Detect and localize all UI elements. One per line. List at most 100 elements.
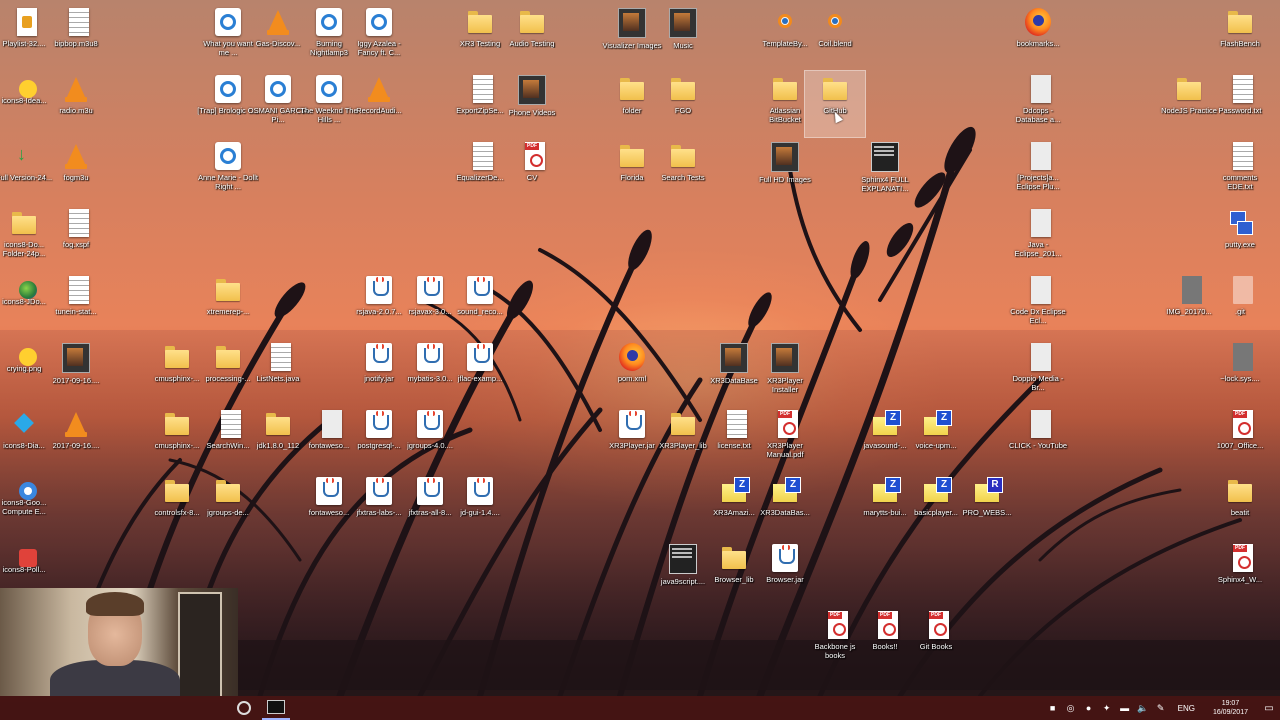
- desktop-icon[interactable]: xtremerep-...: [198, 272, 258, 338]
- desktop-icon[interactable]: voice-upm...: [906, 406, 966, 472]
- desktop-icon[interactable]: CLICK - YouTube: [1008, 406, 1068, 472]
- java-icon: [467, 276, 493, 304]
- desktop-icon[interactable]: Sphinx4 FULL EXPLANATI...: [855, 138, 915, 204]
- desktop-icon[interactable]: Sphinx4_W...: [1210, 540, 1270, 606]
- vlc-icon: [63, 410, 89, 438]
- desktop-icon[interactable]: Phone Videos: [502, 71, 562, 137]
- desktop-icon[interactable]: jgroups-de...: [198, 473, 258, 539]
- desktop-icon[interactable]: EqualizerDe...: [450, 138, 510, 204]
- folder-icon: [721, 544, 747, 572]
- desktop-icon-label: FlashBench: [1220, 39, 1260, 48]
- java-icon: [366, 477, 392, 505]
- folder-icon: [11, 209, 37, 237]
- desktop-icon[interactable]: Java - Eclipse_201...: [1008, 205, 1068, 271]
- desktop-icon[interactable]: jd-gui-1.4....: [450, 473, 510, 539]
- desktop-icon[interactable]: Coil.blend: [805, 4, 865, 70]
- desktop-icon[interactable]: comments EDE.txt: [1210, 138, 1270, 204]
- desktop-icon[interactable]: Music: [653, 4, 713, 70]
- desktop-icon-label: jgroups-de...: [207, 508, 249, 517]
- pdf-icon: [878, 611, 898, 639]
- desktop-icon[interactable]: XR3DataBas...: [755, 473, 815, 539]
- desktop-icon[interactable]: icons8-Goo... Compute E...: [0, 473, 54, 539]
- pen-icon[interactable]: ✎: [1154, 701, 1168, 715]
- desktop-icon[interactable]: .git: [1210, 272, 1270, 338]
- desktop-icon[interactable]: bipbop.m3u8: [46, 4, 106, 70]
- cmd-taskbar-button[interactable]: [262, 696, 290, 720]
- language-indicator[interactable]: ENG: [1178, 704, 1195, 713]
- desktop-icon[interactable]: 2017-09-16....: [46, 406, 106, 472]
- desktop-icon[interactable]: CV: [502, 138, 562, 204]
- desktop-icon[interactable]: radio.m3u: [46, 71, 106, 137]
- desktop-icon-label: comments EDE.txt: [1222, 173, 1258, 191]
- desktop-icon-label: XR3DataBas...: [760, 508, 810, 517]
- desktop-icon[interactable]: ExportZipSe...: [450, 71, 510, 137]
- desktop-icon[interactable]: PRO_WEBS...: [957, 473, 1017, 539]
- desktop-icon-label: xtremerep-...: [206, 307, 250, 316]
- obs-icon: [237, 701, 251, 715]
- desktop-icon-label: 2017-09-16....: [52, 441, 100, 450]
- desktop-icon[interactable]: fog.xspf: [46, 205, 106, 271]
- desktop-icon[interactable]: GitHub: [804, 70, 866, 138]
- desktop-icon[interactable]: Iggy Azalea - Fancy ft. C...: [349, 4, 409, 70]
- zip-icon: [923, 410, 952, 438]
- red-icon: [19, 549, 37, 567]
- desktop-icon[interactable]: Ddcops - Database a...: [1008, 71, 1068, 137]
- zip-icon: [872, 410, 901, 438]
- blank-icon: [1031, 75, 1051, 103]
- desktop-icon[interactable]: ListNets.java: [248, 339, 308, 405]
- desktop-icon-label: radio.m3u: [59, 106, 93, 115]
- notification-center-icon[interactable]: ▭: [1258, 696, 1280, 720]
- desktop-icon-label: Browser.jar: [766, 575, 804, 584]
- system-tray: ■ ◎ ● ✦ ▬ 🔈 ✎ ENG 19:07 16/09/2017 ▭: [1044, 696, 1280, 720]
- zip-icon: [772, 477, 801, 505]
- playlist-icon: [17, 8, 37, 36]
- clock[interactable]: 19:07 16/09/2017: [1213, 699, 1248, 717]
- battery-icon[interactable]: ▬: [1118, 701, 1132, 715]
- desktop-icon[interactable]: beatit: [1210, 473, 1270, 539]
- desktop-icon[interactable]: bookmarks...: [1008, 4, 1068, 70]
- obs-taskbar-button[interactable]: [230, 696, 258, 720]
- desktop-icon[interactable]: pom.xml: [602, 339, 662, 405]
- desktop-icon[interactable]: XR3Player Installer: [755, 339, 815, 405]
- desktop-icon[interactable]: Browser.jar: [755, 540, 815, 606]
- desktop-icon[interactable]: Full HD Images: [755, 138, 815, 204]
- desktop-icon[interactable]: ~lock.sys....: [1210, 339, 1270, 405]
- desktop-icon[interactable]: Git Books: [906, 607, 966, 673]
- target-icon: [215, 75, 241, 103]
- target-icon: [316, 75, 342, 103]
- desktop-icon[interactable]: 2017-09-16....: [46, 339, 106, 405]
- desktop-icon[interactable]: [Projects]a... Eclipse Plu...: [1008, 138, 1068, 204]
- desktop-icon[interactable]: Search Tests: [653, 138, 713, 204]
- desktop-icon[interactable]: tunein-stat...: [46, 272, 106, 338]
- desktop-icon[interactable]: putty.exe: [1210, 205, 1270, 271]
- folder-icon: [670, 75, 696, 103]
- emoji-y-icon: [19, 80, 37, 98]
- desktop-icon[interactable]: jgroups-4.0....: [400, 406, 460, 472]
- desktop-icon[interactable]: XR3 Testing: [450, 4, 510, 70]
- desktop-icon[interactable]: sound_reco...: [450, 272, 510, 338]
- windows-defender-icon[interactable]: ■: [1046, 701, 1060, 715]
- pdf-icon: [525, 142, 545, 170]
- grey-doc-icon: [1182, 276, 1202, 304]
- desktop-icon[interactable]: FGO: [653, 71, 713, 137]
- desktop-icon-label: Password.txt: [1218, 106, 1262, 115]
- desktop-icon[interactable]: RecordAudi...: [349, 71, 409, 137]
- desktop-icon[interactable]: jflac-examp...: [450, 339, 510, 405]
- desktop-icon[interactable]: fogm3u: [46, 138, 106, 204]
- desktop-icon[interactable]: FlashBench: [1210, 4, 1270, 70]
- volume-icon[interactable]: 🔈: [1136, 701, 1150, 715]
- desktop-icon[interactable]: Doppio Media - Br...: [1008, 339, 1068, 405]
- sync-icon[interactable]: ●: [1082, 701, 1096, 715]
- blank-icon: [1031, 276, 1051, 304]
- desktop-icon[interactable]: XR3Player Manual.pdf: [755, 406, 815, 472]
- desktop-icon[interactable]: Password.txt: [1210, 71, 1270, 137]
- cloud-icon[interactable]: ✦: [1100, 701, 1114, 715]
- desktop-icon[interactable]: Anne Marie - Dollt Right ...: [198, 138, 258, 204]
- desktop-icon[interactable]: Audio Testing: [502, 4, 562, 70]
- desktop-icon[interactable]: 1007_Office...: [1210, 406, 1270, 472]
- media-icon: [720, 343, 748, 373]
- folder-icon: [772, 75, 798, 103]
- network-icon[interactable]: ◎: [1064, 701, 1078, 715]
- desktop-icon[interactable]: Code Dx Eclipse Ecl...: [1008, 272, 1068, 338]
- cmd-icon: [669, 544, 697, 574]
